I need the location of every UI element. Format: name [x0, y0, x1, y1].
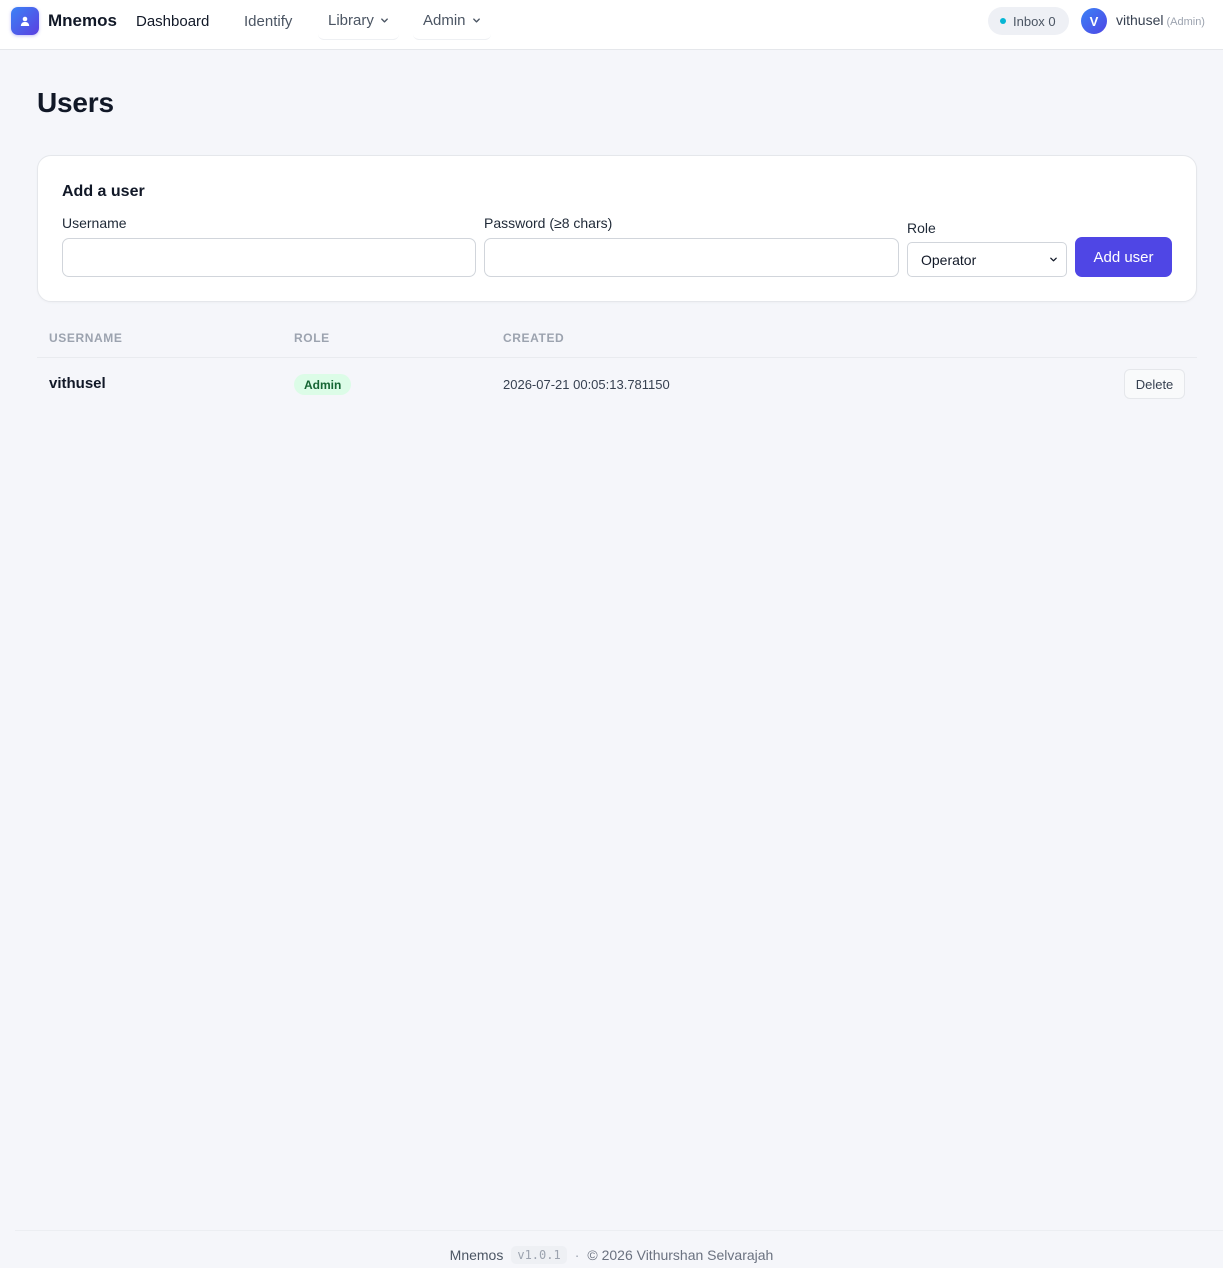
inbox-label: Inbox 0 — [1013, 13, 1056, 29]
table-row: vithusel Admin 2026-07-21 00:05:13.78115… — [37, 358, 1197, 410]
inbox-button[interactable]: Inbox 0 — [988, 7, 1069, 35]
delete-user-button[interactable]: Delete — [1124, 369, 1185, 399]
row-created-timestamp: 2026-07-21 00:05:13.781150 — [503, 377, 670, 392]
add-user-button[interactable]: Add user — [1075, 237, 1172, 277]
footer-copyright: © 2026 Vithurshan Selvarajah — [587, 1247, 774, 1263]
role-select-value: Operator — [921, 251, 977, 268]
password-input[interactable] — [484, 238, 899, 277]
role-label: Role — [907, 220, 936, 236]
add-user-card: Add a user Username Password (≥8 chars) … — [37, 155, 1197, 302]
footer-separator: · — [574, 1247, 580, 1263]
chevron-down-icon — [380, 18, 388, 23]
password-label: Password (≥8 chars) — [484, 215, 613, 231]
row-username: vithusel — [49, 375, 106, 392]
footer-brand: Mnemos — [449, 1247, 504, 1263]
user-avatar[interactable]: V — [1081, 8, 1107, 34]
nav-admin-dropdown[interactable]: Admin — [413, 2, 491, 40]
app-logo[interactable] — [11, 7, 39, 35]
page-title: Users — [37, 87, 114, 118]
nav-dashboard-label: Dashboard — [136, 12, 210, 30]
role-badge: Admin — [294, 374, 352, 395]
username-label: Username — [62, 215, 127, 231]
chevron-down-icon — [472, 18, 480, 23]
username-input[interactable] — [62, 238, 476, 277]
column-header-role: ROLE — [294, 331, 330, 345]
role-select[interactable]: Operator — [907, 242, 1067, 277]
column-header-created: CREATED — [503, 331, 565, 345]
column-header-username: USERNAME — [49, 331, 123, 345]
chevron-down-icon — [1050, 257, 1057, 262]
nav-identify-label: Identify — [244, 12, 293, 30]
add-user-title: Add a user — [62, 183, 145, 200]
brand-name[interactable]: Mnemos — [48, 11, 117, 31]
inbox-status-dot-icon — [1000, 18, 1006, 24]
current-user-role: (Admin) — [1166, 16, 1205, 28]
footer-divider — [15, 1230, 1223, 1231]
user-menu[interactable]: vithusel (Admin) — [1116, 12, 1205, 28]
nav-library-dropdown[interactable]: Library — [318, 2, 399, 40]
person-icon — [20, 16, 30, 26]
top-navigation-bar: Mnemos Dashboard Identify Library Admin … — [0, 0, 1223, 50]
nav-identify[interactable]: Identify — [234, 2, 302, 40]
nav-library-label: Library — [328, 12, 374, 29]
current-username: vithusel — [1116, 12, 1164, 28]
nav-dashboard[interactable]: Dashboard — [126, 2, 219, 40]
version-badge: v1.0.1 — [511, 1246, 567, 1264]
footer: Mnemos v1.0.1 · © 2026 Vithurshan Selvar… — [0, 1246, 1223, 1264]
nav-admin-label: Admin — [423, 12, 466, 29]
